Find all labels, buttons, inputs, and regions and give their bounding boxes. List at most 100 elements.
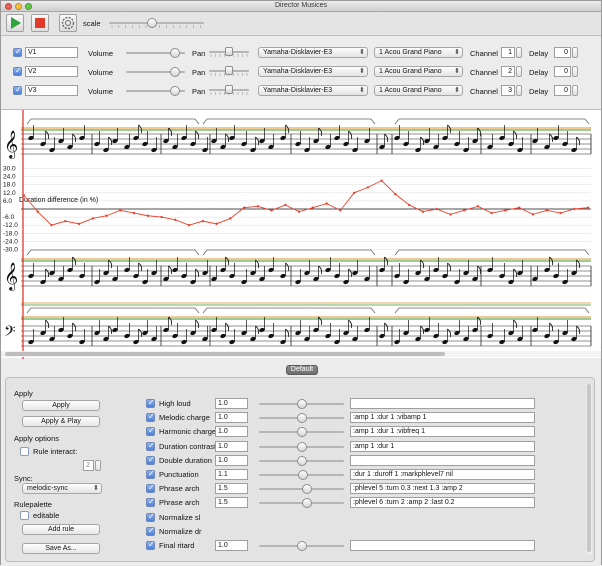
channel-stepper[interactable]: [516, 85, 522, 96]
volume-slider-knob[interactable]: [170, 67, 181, 77]
rule-slider-knob[interactable]: [301, 498, 312, 509]
voice-name-field[interactable]: V1: [25, 47, 78, 58]
delay-stepper[interactable]: [572, 47, 578, 58]
channel-field[interactable]: 2: [501, 66, 515, 77]
graph-series-line: [23, 180, 589, 226]
rule-params-field[interactable]: :phlevel 5 :turn 0.3 :next 1.3 :amp 2: [350, 483, 535, 495]
rule-slider[interactable]: [259, 427, 344, 438]
rule-slider-knob[interactable]: [301, 484, 312, 495]
rule-slider-knob[interactable]: [296, 413, 307, 424]
voice-enable-checkbox[interactable]: [13, 47, 22, 57]
rule-enable-checkbox[interactable]: [146, 526, 155, 536]
pan-slider-knob[interactable]: [225, 47, 233, 56]
rule-value-field[interactable]: 1.5: [215, 483, 248, 495]
voice-enable-checkbox[interactable]: [13, 66, 22, 76]
voice-name-field[interactable]: V2: [25, 66, 78, 77]
rule-value-field[interactable]: 1.0: [215, 454, 248, 466]
rule-enable-checkbox[interactable]: [146, 512, 155, 522]
rule-params-field[interactable]: [350, 454, 535, 466]
volume-slider[interactable]: [126, 48, 185, 58]
rule-params-field[interactable]: :amp 1 :dur 1 :vibfreq 1: [350, 426, 535, 438]
rule-slider[interactable]: [259, 498, 344, 509]
graph-point: [421, 210, 425, 213]
rule-value-field[interactable]: 1.0: [215, 540, 248, 551]
program-popup[interactable]: 1 Acou Grand Piano: [374, 66, 463, 77]
program-popup[interactable]: 1 Acou Grand Piano: [374, 47, 463, 58]
rule-value-field[interactable]: 1.0: [215, 398, 248, 409]
pan-slider[interactable]: [209, 85, 249, 95]
voice-name-field[interactable]: V3: [25, 85, 78, 96]
rule-enable-checkbox[interactable]: [146, 540, 155, 550]
rule-slider[interactable]: [259, 484, 344, 495]
volume-slider-knob[interactable]: [170, 48, 181, 58]
rule-slider-knob[interactable]: [298, 470, 308, 480]
rule-enable-checkbox[interactable]: [146, 426, 155, 437]
rule-slider-knob[interactable]: [296, 441, 307, 452]
pan-slider[interactable]: [209, 47, 249, 57]
rule-params-field[interactable]: [350, 398, 535, 409]
settings-button[interactable]: [59, 14, 77, 32]
rule-value-field[interactable]: 1.0: [215, 426, 248, 438]
rule-value-field[interactable]: 1.0: [215, 440, 248, 452]
volume-slider[interactable]: [126, 67, 185, 77]
delay-field[interactable]: 0: [554, 47, 571, 58]
rule-slider-knob[interactable]: [296, 455, 307, 466]
rule-params-field[interactable]: :dur 1 :duroff 1 :markphlevel7 nil: [350, 469, 535, 480]
title-bar: Director Musices: [1, 1, 601, 12]
delay-stepper[interactable]: [572, 66, 578, 77]
rule-name: Normalize sl: [159, 512, 201, 522]
rule-params-field[interactable]: [350, 540, 535, 551]
rule-params-field[interactable]: :amp 1 :dur 1: [350, 440, 535, 452]
rule-enable-checkbox[interactable]: [146, 441, 155, 451]
rule-slider[interactable]: [259, 413, 344, 424]
channel-stepper[interactable]: [516, 66, 522, 77]
pan-slider-knob[interactable]: [225, 85, 233, 94]
graph-tick-label: -18.0: [3, 230, 18, 237]
scroll-thumb[interactable]: [5, 352, 445, 356]
scale-slider[interactable]: [109, 18, 204, 28]
synth-popup[interactable]: Yamaha-Disklavier-E3: [258, 85, 368, 96]
rule-enable-checkbox[interactable]: [146, 398, 155, 408]
volume-slider[interactable]: [126, 86, 185, 96]
rule-enable-checkbox[interactable]: [146, 497, 155, 508]
channel-stepper[interactable]: [516, 47, 522, 58]
play-button[interactable]: [6, 14, 24, 32]
synth-popup[interactable]: Yamaha-Disklavier-E3: [258, 47, 368, 58]
rule-slider-knob[interactable]: [296, 427, 307, 438]
delay-field[interactable]: 0: [554, 66, 571, 77]
rule-enable-checkbox[interactable]: [146, 483, 155, 494]
delay-stepper[interactable]: [572, 85, 578, 96]
rule-params-field[interactable]: :amp 1 :dur 1 :vibamp 1: [350, 412, 535, 424]
score-horizontal-scrollbar[interactable]: [1, 351, 601, 357]
rule-slider[interactable]: [259, 399, 344, 409]
graph-tick-label: 12.0: [3, 190, 16, 197]
rule-value-field[interactable]: 1.5: [215, 497, 248, 509]
score-area[interactable]: 𝄞 30.0 24.0 18.0 12.0 6.0 -6.0 -12.0 -18.0 -24.0 -…: [1, 109, 601, 359]
pan-slider[interactable]: [209, 66, 249, 76]
rule-slider-knob[interactable]: [296, 399, 307, 409]
channel-field[interactable]: 1: [501, 47, 515, 58]
rule-value-field[interactable]: 1.1: [215, 469, 248, 480]
rule-enable-checkbox[interactable]: [146, 412, 155, 423]
rule-slider[interactable]: [259, 441, 344, 452]
program-popup[interactable]: 1 Acou Grand Piano: [374, 85, 463, 96]
rule-slider-knob[interactable]: [296, 541, 307, 551]
synth-popup[interactable]: Yamaha-Disklavier-E3: [258, 66, 368, 77]
rule-params-field[interactable]: :phlevel 6 :turn 2 :amp 2 :last 0.2: [350, 497, 535, 509]
voice-enable-checkbox[interactable]: [13, 85, 22, 95]
rule-value-field[interactable]: 1.0: [215, 412, 248, 424]
rule-slider[interactable]: [259, 455, 344, 466]
rule-slider[interactable]: [259, 470, 344, 480]
rule-enable-checkbox[interactable]: [146, 469, 155, 479]
graph-tick-label: -6.0: [3, 214, 15, 221]
rule-enable-checkbox[interactable]: [146, 455, 155, 465]
tab-default[interactable]: Default: [286, 365, 318, 375]
rules-scrollbar[interactable]: [586, 384, 592, 554]
stop-button[interactable]: [31, 14, 49, 32]
channel-field[interactable]: 3: [501, 85, 515, 96]
rules-scroll-thumb[interactable]: [587, 384, 591, 552]
rule-slider[interactable]: [259, 541, 344, 551]
pan-slider-knob[interactable]: [225, 66, 233, 75]
delay-field[interactable]: 0: [554, 85, 571, 96]
volume-slider-knob[interactable]: [170, 86, 181, 96]
